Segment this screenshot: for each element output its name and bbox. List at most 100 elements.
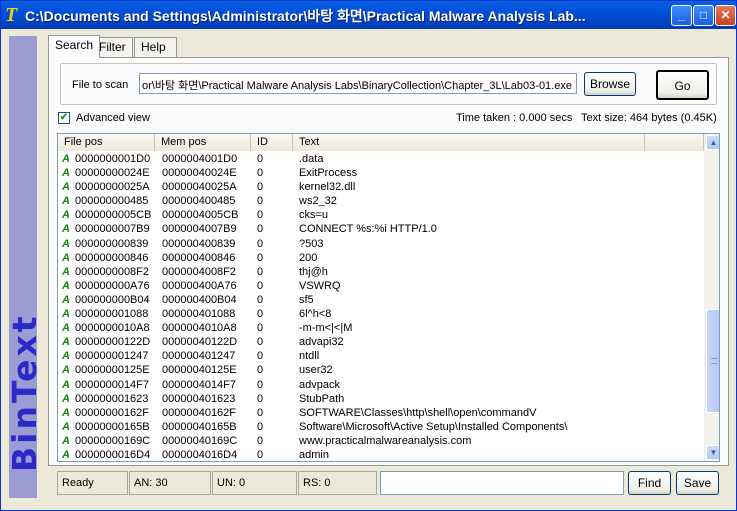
scroll-up-arrow-icon[interactable]: ▲ xyxy=(706,135,719,150)
strings-list[interactable]: File pos Mem pos ID Text A 0000000001D0 00… xyxy=(57,133,720,462)
mem-pos-cell: 00000040024E xyxy=(162,167,237,180)
mem-pos-cell: 0000004008F2 xyxy=(162,265,237,278)
table-row[interactable]: A 00000000162F 00000040162F 0 SOFTWARE\Class… xyxy=(58,406,704,420)
app-icon: T xyxy=(5,4,18,26)
title-bar[interactable]: T C:\Documents and Settings\Administrato… xyxy=(1,1,736,29)
table-row[interactable]: A 00000000024E 00000040024E 0 ExitProcess xyxy=(58,166,704,180)
find-button[interactable]: Find xyxy=(628,471,671,495)
file-pos-cell: 000000000A76 xyxy=(75,279,150,292)
table-row[interactable]: A 000000001088 000000401088 0 6l^h<8 xyxy=(58,307,704,321)
table-row[interactable]: A 000000000485 000000400485 0 ws2_32 xyxy=(58,194,704,208)
text-cell: SOFTWARE\Classes\http\shell\open\command… xyxy=(299,406,537,419)
table-row[interactable]: A 00000000125E 00000040125E 0 user32 xyxy=(58,363,704,377)
save-button[interactable]: Save xyxy=(676,471,719,495)
file-pos-cell: 0000000010A8 xyxy=(75,322,150,335)
id-cell: 0 xyxy=(257,308,264,321)
table-row[interactable]: A 0000000016D4 0000004016D4 0 admin xyxy=(58,448,704,461)
table-row[interactable]: A 0000000007B9 0000004007B9 0 CONNECT %s:%i … xyxy=(58,222,704,236)
text-cell: www.practicalmalwareanalysis.com xyxy=(299,434,472,447)
vertical-scrollbar[interactable]: ▲ ▼ xyxy=(704,134,719,461)
ascii-type-icon: A xyxy=(62,293,70,306)
column-header-file-pos[interactable]: File pos xyxy=(58,134,155,151)
status-ready: Ready xyxy=(57,471,128,495)
file-pos-cell: 0000000014F7 xyxy=(75,378,150,391)
mem-pos-cell: 0000004005CB xyxy=(162,209,239,222)
file-pos-cell: 000000000839 xyxy=(75,237,149,250)
tab-search[interactable]: Search xyxy=(48,35,101,58)
tab-help[interactable]: Help xyxy=(134,37,177,58)
ascii-type-icon: A xyxy=(62,209,70,222)
table-row[interactable]: A 0000000014F7 0000004014F7 0 advpack xyxy=(58,378,704,392)
mem-pos-cell: 0000004014F7 xyxy=(162,378,237,391)
table-row[interactable]: A 0000000008F2 0000004008F2 0 thj@h xyxy=(58,265,704,279)
table-row[interactable]: A 000000000839 000000400839 0 ?503 xyxy=(58,237,704,251)
mem-pos-cell: 000000400A76 xyxy=(162,279,237,292)
text-cell: StubPath xyxy=(299,392,345,405)
table-row[interactable]: A 000000001247 000000401247 0 ntdll xyxy=(58,349,704,363)
advanced-view-checkbox[interactable]: ✔ xyxy=(58,112,70,124)
file-pos-cell: 000000000846 xyxy=(75,251,149,264)
table-row[interactable]: A 0000000010A8 0000004010A8 0 -m-m<|<|M xyxy=(58,321,704,335)
file-path-input[interactable]: or\바탕 화면\Practical Malware Analysis Labs… xyxy=(139,73,577,94)
table-row[interactable]: A 0000000001D0 0000004001D0 0 .data xyxy=(58,152,704,166)
column-header-text[interactable]: Text xyxy=(293,134,645,151)
id-cell: 0 xyxy=(257,167,264,180)
table-row[interactable]: A 00000000025A 00000040025A 0 kernel32.dll xyxy=(58,180,704,194)
scroll-down-arrow-icon[interactable]: ▼ xyxy=(706,445,719,460)
status-un-count: UN: 0 xyxy=(212,471,297,495)
text-size-text: Text size: 464 bytes (0.45K) xyxy=(581,112,717,124)
bintext-window: T C:\Documents and Settings\Administrato… xyxy=(0,0,737,511)
go-button[interactable]: Go xyxy=(656,70,709,100)
text-cell: ws2_32 xyxy=(299,195,337,208)
ascii-type-icon: A xyxy=(62,364,70,377)
scrollbar-thumb[interactable] xyxy=(706,309,719,413)
text-cell: sf5 xyxy=(299,293,314,306)
mem-pos-cell: 00000040125E xyxy=(162,364,237,377)
ascii-type-icon: A xyxy=(62,448,70,461)
table-row[interactable]: A 000000000A76 000000400A76 0 VSWRQ xyxy=(58,279,704,293)
id-cell: 0 xyxy=(257,378,264,391)
file-pos-cell: 00000000169C xyxy=(75,434,151,447)
grip-icon xyxy=(711,358,717,364)
table-row[interactable]: A 00000000169C 00000040169C 0 www.practical… xyxy=(58,434,704,448)
text-cell: user32 xyxy=(299,364,333,377)
table-row[interactable]: A 000000001623 000000401623 0 StubPath xyxy=(58,392,704,406)
column-header-filler xyxy=(645,134,704,151)
ascii-type-icon: A xyxy=(62,406,70,419)
mem-pos-cell: 0000004007B9 xyxy=(162,223,237,236)
maximize-button[interactable]: □ xyxy=(693,5,714,26)
column-header-id[interactable]: ID xyxy=(251,134,293,151)
ascii-type-icon: A xyxy=(62,336,70,349)
text-cell: cks=u xyxy=(299,209,329,222)
text-cell: VSWRQ xyxy=(299,279,341,292)
file-pos-cell: 0000000016D4 xyxy=(75,448,151,461)
advanced-view-label[interactable]: Advanced view xyxy=(76,112,150,124)
file-pos-cell: 00000000165B xyxy=(75,420,150,433)
text-cell: kernel32.dll xyxy=(299,181,356,194)
close-button[interactable]: ✕ xyxy=(715,5,736,26)
table-row[interactable]: A 0000000005CB 0000004005CB 0 cks=u xyxy=(58,208,704,222)
ascii-type-icon: A xyxy=(62,195,70,208)
mem-pos-cell: 000000400485 xyxy=(162,195,236,208)
table-row[interactable]: A 00000000122D 00000040122D 0 advapi32 xyxy=(58,335,704,349)
ascii-type-icon: A xyxy=(62,322,70,335)
id-cell: 0 xyxy=(257,350,264,363)
text-cell: thj@h xyxy=(299,265,328,278)
ascii-type-icon: A xyxy=(62,350,70,363)
text-cell: advpack xyxy=(299,378,340,391)
find-input[interactable] xyxy=(380,471,624,495)
text-cell: ntdll xyxy=(299,350,320,363)
id-cell: 0 xyxy=(257,251,264,264)
mem-pos-cell: 000000401088 xyxy=(162,308,236,321)
text-cell: ?503 xyxy=(299,237,324,250)
table-row[interactable]: A 000000000B04 000000400B04 0 sf5 xyxy=(58,293,704,307)
table-row[interactable]: A 000000000846 000000400846 0 200 xyxy=(58,251,704,265)
file-pos-cell: 00000000162F xyxy=(75,406,150,419)
ascii-type-icon: A xyxy=(62,308,70,321)
browse-button[interactable]: Browse xyxy=(584,72,636,96)
mem-pos-cell: 0000004010A8 xyxy=(162,322,237,335)
column-header-mem-pos[interactable]: Mem pos xyxy=(155,134,251,151)
minimize-button[interactable]: _ xyxy=(671,5,692,26)
ascii-type-icon: A xyxy=(62,223,70,236)
table-row[interactable]: A 00000000165B 00000040165B 0 Software\Micro… xyxy=(58,420,704,434)
